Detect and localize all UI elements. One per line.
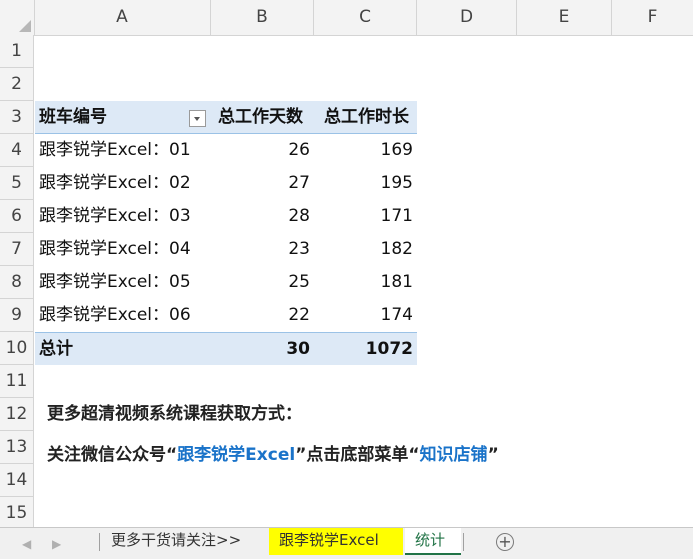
row-header-12[interactable]: 12 — [0, 398, 34, 431]
sheet-tab-bar: ◀ ▶ 更多干货请关注>> 跟李锐学Excel 统计 + — [0, 527, 693, 559]
pivot-total-label[interactable]: 总计 — [35, 332, 211, 365]
row-header-1[interactable]: 1 — [0, 35, 34, 68]
scroll-tabs-left-icon[interactable]: ◀ — [22, 537, 31, 551]
pivot-hours-value[interactable]: 181 — [314, 266, 417, 299]
pivot-row-label[interactable]: 跟李锐学Excel：04 — [35, 233, 211, 266]
pivot-days-header[interactable]: 总工作天数 — [211, 101, 314, 134]
dropdown-arrow-icon — [194, 117, 200, 121]
add-sheet-icon[interactable]: + — [496, 533, 514, 551]
row-header-10[interactable]: 10 — [0, 332, 34, 365]
column-header-b[interactable]: B — [211, 0, 314, 35]
pivot-hours-value[interactable]: 174 — [314, 299, 417, 332]
row-header-7[interactable]: 7 — [0, 233, 34, 266]
column-header-e[interactable]: E — [517, 0, 612, 35]
pivot-row-label[interactable]: 跟李锐学Excel：06 — [35, 299, 211, 332]
row-header-2[interactable]: 2 — [0, 68, 34, 101]
pivot-hours-value[interactable]: 195 — [314, 167, 417, 200]
promo-note-prefix: 关注微信公众号“ — [47, 445, 178, 465]
pivot-row-label[interactable]: 跟李锐学Excel：05 — [35, 266, 211, 299]
pivot-row-label[interactable]: 跟李锐学Excel：01 — [35, 134, 211, 167]
pivot-row-label-header[interactable]: 班车编号 — [35, 101, 211, 134]
pivot-hours-value[interactable]: 171 — [314, 200, 417, 233]
pivot-days-value[interactable]: 26 — [211, 134, 314, 167]
sheet-tab-stats[interactable]: 统计 — [405, 528, 461, 555]
promo-note-suffix: ” — [487, 445, 499, 465]
row-header-5[interactable]: 5 — [0, 167, 34, 200]
scroll-tabs-right-icon[interactable]: ▶ — [52, 537, 61, 551]
select-all-corner[interactable] — [0, 0, 35, 35]
row-header-11[interactable]: 11 — [0, 365, 34, 398]
tab-separator — [463, 533, 464, 551]
pivot-days-value[interactable]: 22 — [211, 299, 314, 332]
column-header-a[interactable]: A — [34, 0, 211, 35]
pivot-hours-value[interactable]: 182 — [314, 233, 417, 266]
pivot-total-days[interactable]: 30 — [211, 332, 314, 365]
promo-note-middle: ”点击底部菜单“ — [295, 445, 420, 465]
pivot-days-value[interactable]: 27 — [211, 167, 314, 200]
select-all-icon — [19, 20, 31, 32]
row-header-6[interactable]: 6 — [0, 200, 34, 233]
row-header-4[interactable]: 4 — [0, 134, 34, 167]
pivot-days-value[interactable]: 23 — [211, 233, 314, 266]
pivot-days-value[interactable]: 25 — [211, 266, 314, 299]
promo-account-name: 跟李锐学Excel — [177, 445, 296, 465]
row-filter-dropdown-button[interactable] — [189, 110, 206, 127]
sheet-tab-more[interactable]: 更多干货请关注>> — [101, 528, 267, 555]
pivot-total-hours[interactable]: 1072 — [314, 332, 417, 365]
pivot-row-label[interactable]: 跟李锐学Excel：03 — [35, 200, 211, 233]
pivot-hours-value[interactable]: 169 — [314, 134, 417, 167]
pivot-row-label[interactable]: 跟李锐学Excel：02 — [35, 167, 211, 200]
pivot-hours-header[interactable]: 总工作时长 — [314, 101, 417, 134]
column-header-c[interactable]: C — [314, 0, 417, 35]
column-header-f[interactable]: F — [612, 0, 693, 35]
row-header-14[interactable]: 14 — [0, 464, 34, 497]
row-header-8[interactable]: 8 — [0, 266, 34, 299]
promo-note-line-2: 关注微信公众号“跟李锐学Excel”点击底部菜单“知识店铺” — [47, 439, 499, 472]
column-header-d[interactable]: D — [417, 0, 517, 35]
row-header-13[interactable]: 13 — [0, 431, 34, 464]
tab-separator — [99, 533, 100, 551]
promo-menu-name: 知识店铺 — [419, 445, 488, 465]
pivot-days-value[interactable]: 28 — [211, 200, 314, 233]
promo-note-line-1: 更多超清视频系统课程获取方式： — [47, 404, 302, 424]
row-header-15[interactable]: 15 — [0, 497, 34, 527]
spreadsheet-grid: A B C D E F 1 2 3 4 5 6 7 8 9 10 11 12 1… — [0, 0, 693, 527]
row-header-3[interactable]: 3 — [0, 101, 34, 134]
row-header-9[interactable]: 9 — [0, 299, 34, 332]
sheet-tab-excel[interactable]: 跟李锐学Excel — [269, 528, 403, 555]
